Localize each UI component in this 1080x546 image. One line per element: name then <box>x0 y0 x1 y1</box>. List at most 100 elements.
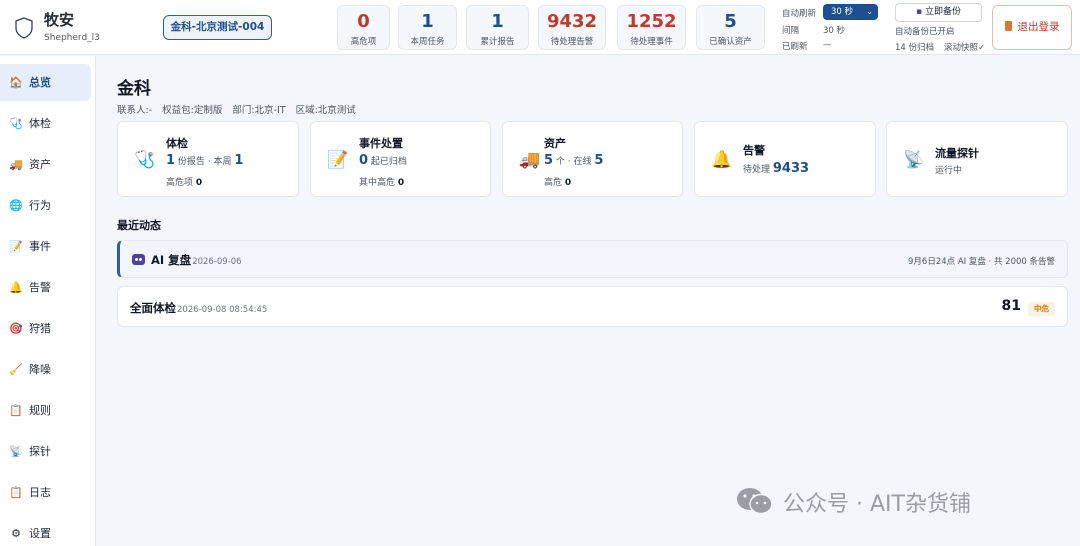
sidebar-item-incidents[interactable]: 📝 事件 <box>0 228 91 265</box>
card-title: 流量探针 <box>935 147 979 160</box>
card-assets-high: 高危 0 <box>544 175 571 188</box>
stat-value: 9432 <box>546 11 598 32</box>
stat-label: 累计报告 <box>480 37 515 47</box>
globe-icon: 🌐 <box>9 199 23 212</box>
meta-package: 权益包:定制版 <box>162 105 223 116</box>
sidebar-item-alerts[interactable]: 🔔 告警 <box>0 269 91 306</box>
stat-label: 待处理告警 <box>550 37 594 47</box>
severity-badge: 中危 <box>1028 302 1055 316</box>
card-title: 事件处置 <box>359 137 403 150</box>
stat-pending-incidents[interactable]: 1252 待处理事件 <box>617 5 686 50</box>
card-assets[interactable]: 🚚 资产 5 个 · 在线 5 高危 0 <box>502 121 683 197</box>
sidebar-item-label: 设置 <box>29 527 51 540</box>
truck-icon: 🚚 <box>519 150 541 170</box>
stat-value: 1 <box>421 11 434 32</box>
assets-unit: 个 · 在线 <box>555 157 592 167</box>
bell-icon: 🔔 <box>9 281 23 294</box>
high-count: 0 <box>195 178 203 188</box>
card-probe[interactable]: 📡 流量探针 运行中 <box>886 121 1068 197</box>
backup-meta: 14 份归档 滚动快照✓ <box>895 41 985 53</box>
sidebar-item-label: 资产 <box>29 158 51 171</box>
chevron-down-icon: ⌄ <box>866 7 873 16</box>
floppy-disk-icon: ▪ <box>915 7 923 17</box>
sidebar-item-label: 总览 <box>29 76 51 89</box>
activity-title: AI 复盘2026-09-06 <box>132 252 242 268</box>
sidebar-item-settings[interactable]: ⚙ 设置 <box>0 515 91 546</box>
sidebar-item-overview[interactable]: 🏠 总览 <box>0 64 91 101</box>
stethoscope-icon: 🩺 <box>134 150 156 170</box>
stat-label: 待处理事件 <box>630 37 673 47</box>
card-alerts-pending: 待处理 9433 <box>743 161 809 176</box>
last-refresh-label: 已刷新 <box>782 42 808 52</box>
pending-label: 待处理 <box>743 165 771 175</box>
target-icon: 🎯 <box>9 322 23 335</box>
meta-department: 部门:北京-IT <box>232 105 286 116</box>
interval-label: 间隔 <box>782 26 800 36</box>
stat-label: 高危项 <box>350 37 377 47</box>
sidebar-item-label: 日志 <box>29 486 51 499</box>
logout-button[interactable]: 退出登录 <box>992 5 1072 50</box>
activity-full-checkup[interactable]: 全面体检2026-09-08 08:54:45 81 中危 <box>117 286 1068 327</box>
door-icon <box>1004 21 1012 31</box>
card-alerts[interactable]: 🔔 告警 待处理 9433 <box>694 121 876 197</box>
page-title: 金科 <box>117 79 151 99</box>
stat-value: 1 <box>491 11 504 32</box>
card-title: 资产 <box>544 137 566 150</box>
recent-activity-title: 最近动态 <box>117 219 161 232</box>
sidebar-item-rules[interactable]: 📋 规则 <box>0 392 91 429</box>
stat-total-reports[interactable]: 1 累计报告 <box>466 5 529 50</box>
tenant-selector[interactable]: 金科-北京测试-004 <box>163 15 272 40</box>
high-count: 0 <box>397 178 405 188</box>
sidebar-item-label: 体检 <box>29 117 51 130</box>
sidebar-item-hunting[interactable]: 🎯 狩猎 <box>0 310 91 347</box>
card-incident[interactable]: 📝 事件处置 0 起已归档 其中高危 0 <box>310 121 491 197</box>
stat-weekly-tasks[interactable]: 1 本周任务 <box>398 5 457 50</box>
watermark-text: 公众号 · AIT杂货铺 <box>783 492 971 517</box>
reports-count: 1 <box>166 153 176 168</box>
sidebar-item-noise-reduction[interactable]: 🧹 降噪 <box>0 351 91 388</box>
card-checkup-high: 高危项 0 <box>166 175 202 188</box>
refresh-selected-value: 30 秒 <box>831 7 854 17</box>
activity-ai-review[interactable]: AI 复盘2026-09-06 9月6日24点 AI 复盘 · 共 2000 条… <box>117 240 1068 278</box>
activity-summary: 9月6日24点 AI 复盘 · 共 2000 条告警 <box>908 257 1055 267</box>
sidebar-item-probes[interactable]: 📡 探针 <box>0 433 91 470</box>
clipboard-icon: 📋 <box>9 404 23 417</box>
high-count: 0 <box>564 178 572 188</box>
top-header: 牧安 Shepherd_l3 金科-北京测试-004 0 高危项 1 本周任务 … <box>0 0 1080 55</box>
activity-date: 2026-09-06 <box>192 257 242 267</box>
sidebar-item-assets[interactable]: 🚚 资产 <box>0 146 91 183</box>
interval-value: 30 秒 <box>823 26 846 36</box>
sidebar-item-checkup[interactable]: 🩺 体检 <box>0 105 91 142</box>
backup-archive-count: 14 份归档 <box>895 43 935 53</box>
assets-count: 5 <box>544 153 554 168</box>
sidebar-item-label: 规则 <box>29 404 51 417</box>
auto-refresh-label: 自动刷新 <box>782 9 817 19</box>
weekly-count: 1 <box>234 153 244 168</box>
archived-unit: 起已归档 <box>370 157 407 167</box>
stat-pending-alerts[interactable]: 9432 待处理告警 <box>538 5 606 50</box>
activity-name: AI 复盘 <box>151 253 192 267</box>
backup-now-button[interactable]: ▪ 立即备份 <box>895 3 982 22</box>
card-title: 体检 <box>166 137 188 150</box>
meta-contact: 联系人:- <box>117 105 153 116</box>
activity-title: 全面体检2026-09-08 08:54:45 <box>130 300 267 316</box>
stat-confirmed-assets[interactable]: 5 已确认资产 <box>696 5 765 50</box>
sidebar-item-label: 事件 <box>29 240 51 253</box>
activity-date: 2026-09-08 08:54:45 <box>177 305 268 315</box>
home-icon: 🏠 <box>9 76 23 89</box>
sidebar-nav: 🏠 总览 🩺 体检 🚚 资产 🌐 行为 📝 事件 🔔 告警 🎯 狩猎 🧹 降噪 📋 规则 📡 探针 … <box>0 56 96 546</box>
stat-label: 本周任务 <box>410 37 445 47</box>
log-icon: 📋 <box>9 486 23 499</box>
sidebar-item-logs[interactable]: 📋 日志 <box>0 474 91 511</box>
card-title: 告警 <box>743 144 765 157</box>
sidebar-item-label: 狩猎 <box>29 322 51 335</box>
refresh-interval-select[interactable]: 30 秒 ⌄ <box>823 4 878 20</box>
sidebar-item-behavior[interactable]: 🌐 行为 <box>0 187 91 224</box>
brand-name: 牧安 <box>44 11 75 29</box>
robot-icon <box>132 254 145 265</box>
broom-icon: 🧹 <box>9 363 23 376</box>
card-checkup[interactable]: 🩺 体检 1 份报告 · 本周 1 高危项 0 <box>117 121 299 197</box>
card-checkup-reports: 1 份报告 · 本周 1 <box>166 153 243 168</box>
probe-status: 运行中 <box>935 166 963 176</box>
stat-high-risk[interactable]: 0 高危项 <box>337 5 390 50</box>
